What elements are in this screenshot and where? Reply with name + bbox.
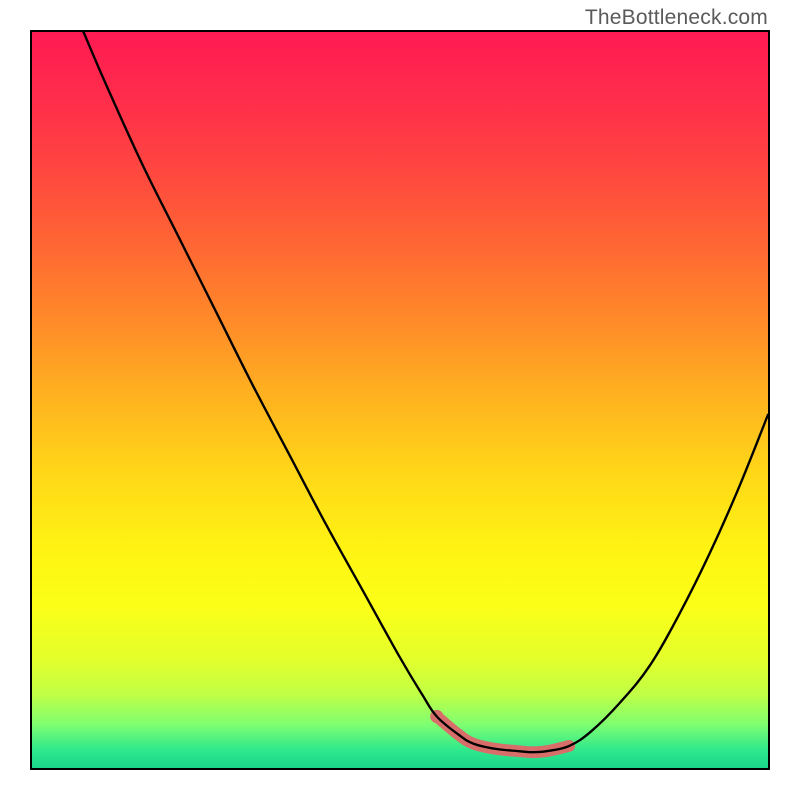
watermark-text: TheBottleneck.com xyxy=(585,6,768,30)
plot-area xyxy=(30,30,770,770)
gradient-background xyxy=(32,32,768,768)
chart-container: TheBottleneck.com xyxy=(0,0,800,800)
